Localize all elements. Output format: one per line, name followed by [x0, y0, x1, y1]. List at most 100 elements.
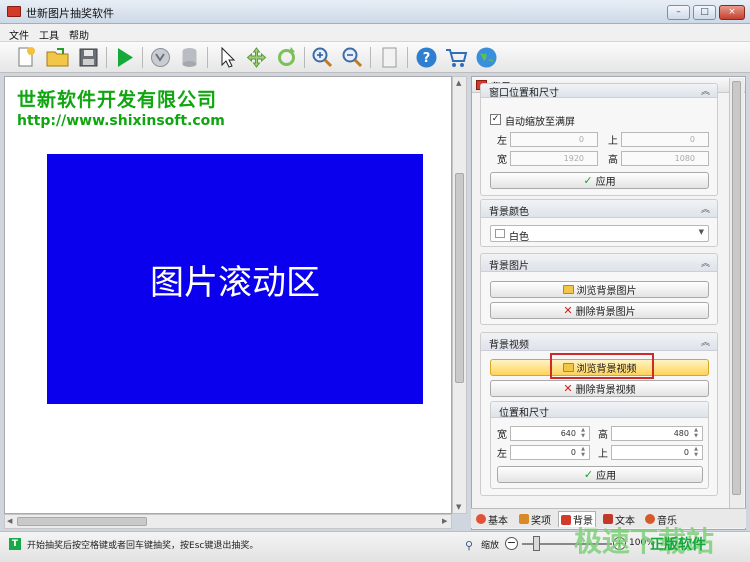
browse-bg-image-button[interactable]: 浏览背景图片 [490, 281, 709, 298]
watermark-subtext: 正版软件 [650, 537, 706, 553]
video-top-label: 上 [598, 449, 608, 460]
browse-bg-image-label: 浏览背景图片 [576, 286, 637, 297]
video-height-label: 高 [598, 430, 608, 441]
menu-tools[interactable]: 工具 [39, 27, 59, 42]
filter-icon[interactable] [148, 45, 173, 70]
canvas-vertical-scrollbar[interactable]: ▲ ▼ [452, 76, 467, 514]
width-label: 宽 [497, 155, 507, 166]
apply-window-size-button[interactable]: ✓ 应用 [490, 172, 709, 189]
bg-image-group: 背景图片 ︽ 浏览背景图片 ✕ 删除背景图片 [480, 253, 718, 325]
left-input[interactable]: 0 [510, 132, 598, 147]
delete-icon: ✕ [563, 382, 573, 395]
video-position-title: 位置和尺寸 [499, 408, 549, 419]
globe-icon[interactable] [474, 45, 499, 70]
close-button[interactable]: × [719, 5, 745, 20]
move-icon[interactable] [244, 45, 269, 70]
toolbar: ? [0, 42, 750, 73]
status-message: 开始抽奖后按空格键或者回车键抽奖，按Esc键退出抽奖。 [27, 541, 259, 551]
left-label: 左 [497, 136, 507, 147]
bg-image-group-header[interactable]: 背景图片 ︽ [481, 254, 717, 272]
help-icon[interactable]: ? [414, 45, 439, 70]
video-width-input[interactable]: 640 ▲ ▼ [510, 426, 590, 441]
panel-scrollbar[interactable] [729, 78, 744, 508]
save-icon[interactable] [76, 45, 101, 70]
company-name: 世新软件开发有限公司 [17, 89, 218, 111]
width-input[interactable]: 1920 [510, 151, 598, 166]
preview-canvas: 世新软件开发有限公司 http://www.shixinsoft.com 图片滚… [4, 76, 452, 514]
menu-help[interactable]: 帮助 [69, 27, 89, 42]
play-icon[interactable] [112, 45, 137, 70]
auto-scale-checkbox[interactable]: ✓ [490, 114, 501, 125]
apply-video-size-button[interactable]: ✓ 应用 [497, 466, 703, 483]
video-top-input[interactable]: 0 ▲ ▼ [611, 445, 703, 460]
zoom-label: 缩放 [481, 541, 500, 551]
video-position-group: 位置和尺寸 宽 640 ▲ ▼ 高 480 ▲ ▼ 左 0 ▲ ▼ 上 0 ▲ ▼ ✓ 应用 [490, 401, 709, 489]
tab-prizes[interactable]: 奖项 [517, 511, 553, 527]
trophy-icon [519, 514, 529, 524]
company-url: http://www.shixinsoft.com [17, 113, 225, 129]
delete-bg-image-button[interactable]: ✕ 删除背景图片 [490, 302, 709, 319]
image-scroll-area[interactable]: 图片滚动区 [47, 154, 423, 404]
cursor-icon[interactable] [215, 45, 240, 70]
gear-icon [476, 514, 486, 524]
delete-bg-video-button[interactable]: ✕ 删除背景视频 [490, 380, 709, 397]
bg-color-group-header[interactable]: 背景颜色 ︽ [481, 200, 717, 218]
window-size-group: 窗口位置和尺寸 ︽ ✓ 自动缩放至满屏 左 0 上 0 宽 1920 高 108… [480, 83, 718, 196]
delete-icon: ✕ [563, 304, 573, 317]
settings-panel: 背景 窗口位置和尺寸 ︽ ✓ 自动缩放至满屏 左 0 上 0 宽 1920 高 … [471, 76, 746, 530]
folder-icon [562, 285, 574, 294]
zoom-out-button[interactable]: − [505, 537, 518, 550]
menu-bar: 文件 工具 帮助 [0, 24, 750, 42]
auto-scale-label: 自动缩放至满屏 [505, 117, 575, 128]
bg-image-group-title: 背景图片 [489, 261, 529, 272]
video-height-input[interactable]: 480 ▲ ▼ [611, 426, 703, 441]
zoom-slider-handle[interactable] [533, 536, 540, 551]
apply-video-label: 应用 [596, 471, 617, 482]
panel-scroll-thumb[interactable] [732, 81, 741, 495]
video-position-header: 位置和尺寸 [491, 402, 708, 419]
bg-color-value: 白色 [509, 232, 529, 243]
new-file-icon[interactable] [13, 45, 38, 70]
color-swatch [495, 229, 505, 238]
canvas-horizontal-scrollbar[interactable]: ◀ ▶ [4, 514, 452, 529]
document-icon[interactable] [377, 45, 402, 70]
svg-text:?: ? [423, 51, 431, 66]
bg-color-group: 背景颜色 ︽ 白色 ▼ [480, 199, 718, 247]
bg-color-select[interactable]: 白色 ▼ [490, 225, 709, 243]
bg-video-group-header[interactable]: 背景视频 ︽ [481, 333, 717, 351]
collapse-icon[interactable]: ︽ [701, 202, 710, 215]
minimize-button[interactable]: – [667, 5, 690, 20]
vertical-scroll-thumb[interactable] [455, 173, 464, 383]
top-label: 上 [608, 136, 618, 147]
app-icon [7, 6, 21, 17]
window-size-group-title: 窗口位置和尺寸 [489, 88, 559, 99]
bg-video-group-title: 背景视频 [489, 340, 529, 351]
window-size-group-header[interactable]: 窗口位置和尺寸 ︽ [481, 84, 717, 99]
video-left-label: 左 [497, 449, 507, 460]
database-icon[interactable] [177, 45, 202, 70]
zoom-out-icon[interactable] [340, 45, 365, 70]
magnifier-icon: ⚲ [465, 539, 474, 552]
zoom-in-icon[interactable] [310, 45, 335, 70]
delete-bg-video-label: 删除背景视频 [575, 385, 636, 396]
title-bar: 世新图片抽奖软件 – □ × [0, 0, 750, 24]
height-label: 高 [608, 155, 618, 166]
collapse-icon[interactable]: ︽ [701, 335, 710, 348]
info-icon: T [9, 538, 21, 550]
top-input[interactable]: 0 [621, 132, 709, 147]
menu-file[interactable]: 文件 [9, 27, 29, 42]
cart-icon[interactable] [444, 45, 469, 70]
window-title: 世新图片抽奖软件 [26, 7, 114, 20]
refresh-icon[interactable] [274, 45, 299, 70]
horizontal-scroll-thumb[interactable] [17, 517, 147, 526]
height-input[interactable]: 1080 [621, 151, 709, 166]
video-left-input[interactable]: 0 ▲ ▼ [510, 445, 590, 460]
collapse-icon[interactable]: ︽ [701, 256, 710, 269]
tab-basic[interactable]: 基本 [474, 511, 510, 527]
collapse-icon[interactable]: ︽ [701, 84, 710, 97]
maximize-button[interactable]: □ [693, 5, 716, 20]
video-width-label: 宽 [497, 430, 507, 441]
open-folder-icon[interactable] [45, 45, 70, 70]
highlight-box [550, 353, 654, 379]
delete-bg-image-label: 删除背景图片 [575, 307, 636, 318]
